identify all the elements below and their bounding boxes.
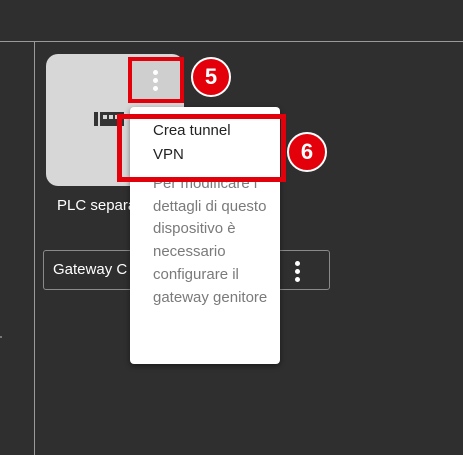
step-badge-6: 6 bbox=[287, 132, 327, 172]
menu-info-text: Per modificare i dettagli di questo disp… bbox=[153, 175, 268, 306]
top-divider bbox=[0, 41, 463, 42]
gateway-label: Gateway C bbox=[53, 261, 128, 278]
gateway-more-icon[interactable] bbox=[295, 261, 301, 283]
step-badge-5: 5 bbox=[191, 57, 231, 97]
left-divider bbox=[34, 41, 35, 455]
more-vertical-icon bbox=[153, 70, 159, 92]
device-name: PLC separato bbox=[57, 197, 137, 214]
sidebar-marker bbox=[0, 336, 2, 338]
highlight-step-6 bbox=[117, 114, 286, 182]
device-more-button[interactable] bbox=[128, 57, 184, 103]
